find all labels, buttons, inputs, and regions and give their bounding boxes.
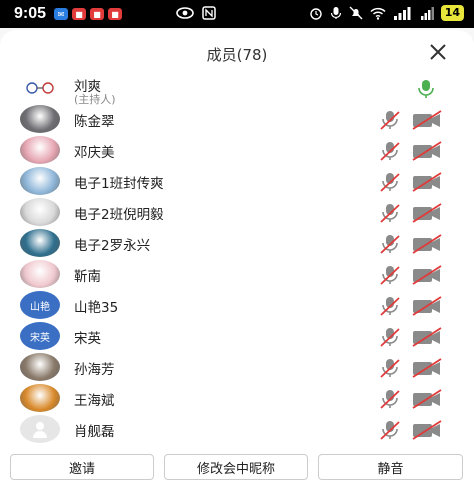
status-bar: 9:05 ✉ ■ ■ ■ 14 [0, 0, 474, 28]
mic-status-icon [330, 7, 341, 19]
camera-off-icon[interactable] [412, 202, 442, 224]
member-row[interactable]: 电子2班倪明毅 [0, 198, 474, 228]
member-row[interactable]: 邓庆美 [0, 136, 474, 166]
battery-indicator: 14 [440, 5, 464, 21]
mic-muted-icon[interactable] [378, 326, 402, 348]
member-name: 王海斌 [74, 393, 115, 409]
invite-button[interactable]: 邀请 [10, 454, 154, 480]
member-row[interactable]: 孙海芳 [0, 353, 474, 383]
camera-off-icon[interactable] [412, 295, 442, 317]
camera-off-icon[interactable] [412, 419, 442, 441]
camera-off-icon[interactable] [412, 388, 442, 410]
camera-off-icon[interactable] [412, 264, 442, 286]
mic-muted-icon[interactable] [378, 388, 402, 410]
avatar [20, 415, 60, 443]
member-name: 陈金翠 [74, 114, 115, 130]
camera-off-icon[interactable] [412, 109, 442, 131]
member-row[interactable]: 陈金翠 [0, 105, 474, 135]
camera-off-icon[interactable] [412, 140, 442, 162]
mute-all-button[interactable]: 静音 [318, 454, 463, 480]
nfc-icon [202, 6, 216, 20]
member-row[interactable]: 刘爽 (主持人) [0, 74, 474, 106]
notification-app-icon: ✉ [54, 8, 69, 20]
member-row[interactable]: 肖舰磊 [0, 415, 474, 445]
notification-app-icon: ■ [108, 8, 123, 20]
avatar: 山艳 [20, 291, 60, 319]
member-name: 邓庆美 [74, 145, 115, 161]
wifi-icon [370, 7, 386, 20]
member-name: 肖舰磊 [74, 424, 115, 440]
mic-muted-icon[interactable] [378, 264, 402, 286]
member-name: 电子2班倪明毅 [74, 207, 164, 223]
avatar [20, 136, 60, 164]
mic-muted-icon[interactable] [378, 233, 402, 255]
member-name: 山艳35 [74, 300, 119, 316]
mic-muted-icon[interactable] [378, 109, 402, 131]
alarm-icon [309, 8, 322, 20]
mic-muted-icon[interactable] [378, 140, 402, 162]
mute-bell-icon [349, 6, 363, 20]
camera-off-icon[interactable] [412, 233, 442, 255]
mic-on-icon[interactable] [414, 78, 438, 100]
avatar [20, 74, 60, 102]
mic-muted-icon[interactable] [378, 295, 402, 317]
members-panel: 成员(78) 刘爽 (主持人) 陈金翠邓庆美电子1班封传爽 电子2班倪明毅 电子2罗永兴… [0, 30, 474, 502]
avatar [20, 105, 60, 133]
eye-icon [176, 7, 194, 19]
member-row[interactable]: 电子2罗永兴 [0, 229, 474, 259]
member-name: 孙海芳 [74, 362, 115, 378]
camera-off-icon[interactable] [412, 357, 442, 379]
member-name: 电子2罗永兴 [74, 238, 151, 254]
status-time: 9:05 [14, 5, 47, 22]
signal-icon [393, 6, 411, 20]
mic-muted-icon[interactable] [378, 171, 402, 193]
member-row[interactable]: 宋英 宋英 [0, 322, 474, 352]
avatar [20, 353, 60, 381]
avatar-initials: 宋英 [30, 332, 50, 344]
rename-in-meeting-button[interactable]: 修改会中昵称 [164, 454, 308, 480]
notification-app-icon: ■ [72, 8, 87, 20]
close-icon[interactable] [428, 42, 448, 62]
action-bar: 邀请 修改会中昵称 静音 [0, 454, 474, 502]
panel-title: 成员(78) [206, 46, 268, 64]
member-name: 靳南 [74, 269, 101, 285]
member-row[interactable]: 山艳 山艳35 [0, 291, 474, 321]
avatar [20, 229, 60, 257]
mic-muted-icon[interactable] [378, 419, 402, 441]
mic-muted-icon[interactable] [378, 357, 402, 379]
avatar [20, 260, 60, 288]
avatar-initials: 山艳 [30, 301, 50, 313]
avatar [20, 198, 60, 226]
avatar [20, 167, 60, 195]
avatar: 宋英 [20, 322, 60, 350]
member-name: 宋英 [74, 331, 101, 347]
signal-icon-2 [420, 6, 434, 20]
camera-off-icon[interactable] [412, 171, 442, 193]
member-row[interactable]: 靳南 [0, 260, 474, 290]
avatar [20, 384, 60, 412]
mic-muted-icon[interactable] [378, 202, 402, 224]
member-row[interactable]: 电子1班封传爽 [0, 167, 474, 197]
camera-off-icon[interactable] [412, 326, 442, 348]
member-row[interactable]: 王海斌 [0, 384, 474, 414]
member-name: 电子1班封传爽 [74, 176, 164, 192]
notification-app-icon: ■ [90, 8, 105, 20]
